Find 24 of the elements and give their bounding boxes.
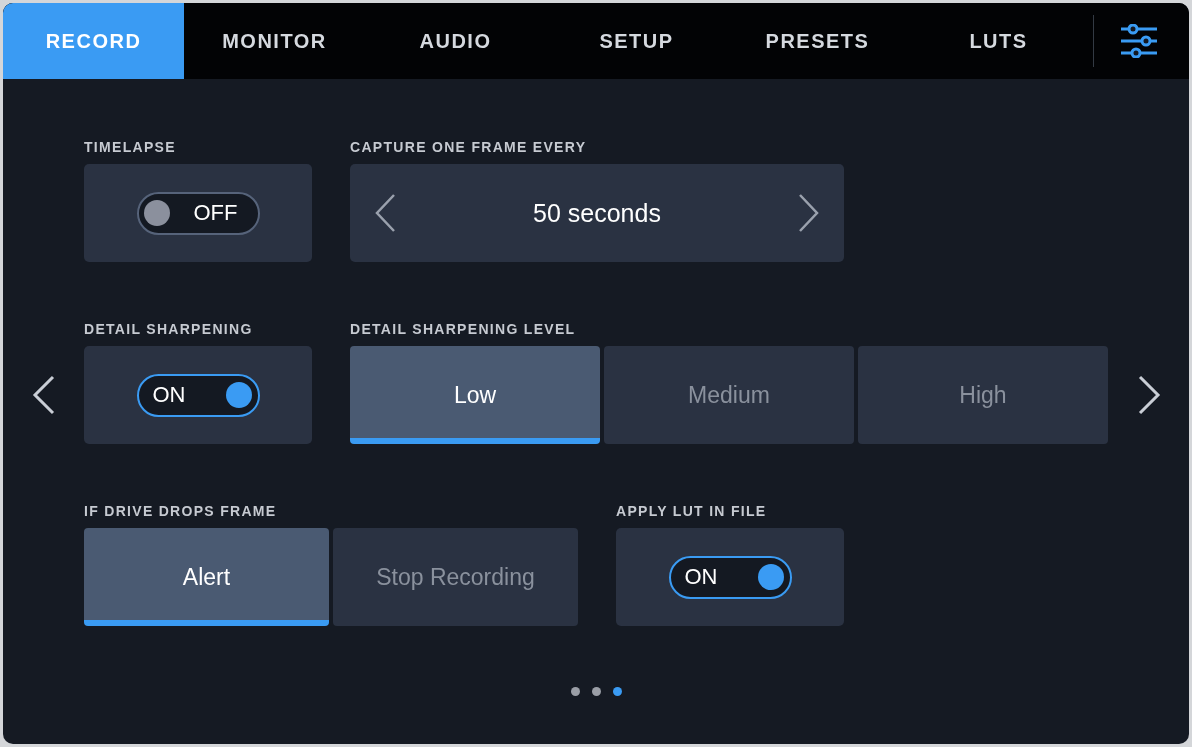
field-label: APPLY LUT IN FILE bbox=[616, 503, 768, 519]
segment-option[interactable]: Alert bbox=[84, 528, 329, 626]
settings-icon[interactable] bbox=[1120, 24, 1158, 58]
page-dot[interactable] bbox=[591, 687, 601, 696]
field-label: DETAIL SHARPENING LEVEL bbox=[350, 321, 577, 337]
toggle-switch[interactable]: ON bbox=[136, 373, 260, 417]
tab[interactable]: LUTS bbox=[908, 3, 1089, 79]
toggle-switch[interactable]: OFF bbox=[136, 191, 260, 235]
segment-option[interactable]: Medium bbox=[604, 346, 854, 444]
stepper-value: 50 seconds bbox=[533, 198, 661, 228]
field-label: CAPTURE ONE FRAME EVERY bbox=[350, 139, 588, 155]
segment-option[interactable]: Low bbox=[350, 346, 600, 444]
field-label: TIMELAPSE bbox=[84, 139, 177, 155]
tab[interactable]: PRESETS bbox=[727, 3, 908, 79]
tab[interactable]: AUDIO bbox=[365, 3, 546, 79]
segment-option[interactable]: Stop Recording bbox=[333, 528, 578, 626]
tab[interactable]: SETUP bbox=[546, 3, 727, 79]
segment-option[interactable]: High bbox=[858, 346, 1108, 444]
tab[interactable]: MONITOR bbox=[184, 3, 365, 79]
page-dot[interactable] bbox=[570, 687, 580, 696]
page-dot[interactable] bbox=[612, 687, 622, 696]
field-label: DETAIL SHARPENING bbox=[84, 321, 254, 337]
toggle-switch[interactable]: ON bbox=[668, 555, 792, 599]
field-label: IF DRIVE DROPS FRAME bbox=[84, 503, 278, 519]
